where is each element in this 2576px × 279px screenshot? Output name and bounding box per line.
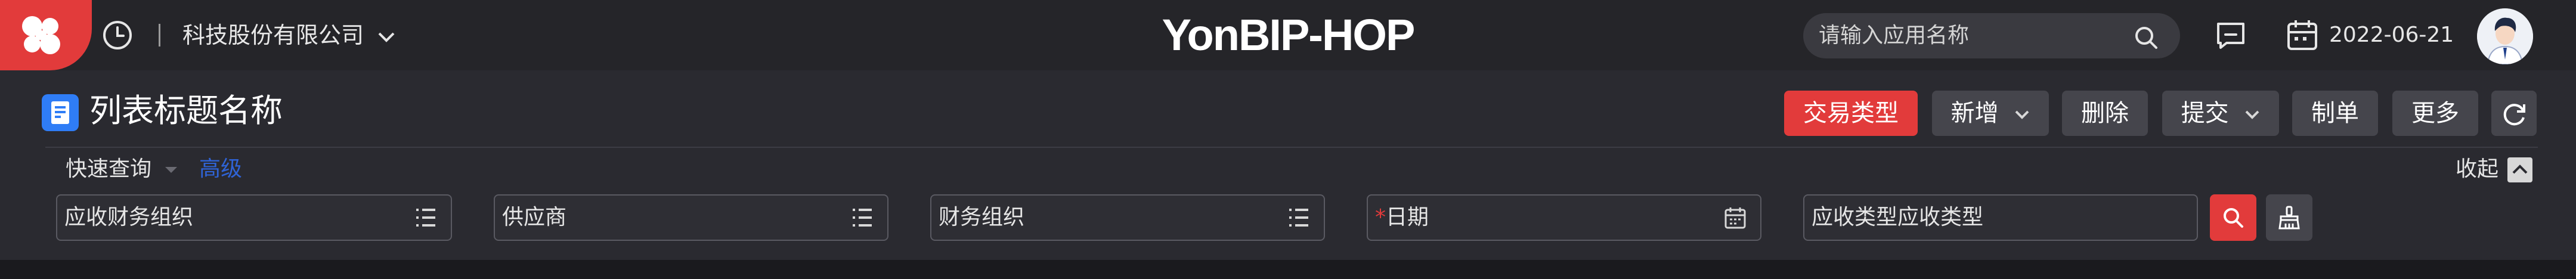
list-icon[interactable]: [414, 206, 438, 229]
divider: [159, 24, 160, 46]
refresh-button[interactable]: [2491, 91, 2537, 136]
search-icon: [2224, 208, 2243, 228]
current-date: 2022-06-21: [2329, 23, 2454, 47]
chevron-down-icon: [2245, 110, 2259, 119]
caret-down-icon: [165, 167, 178, 173]
collapse-toggle[interactable]: 收起: [2456, 151, 2533, 187]
brand-title: YonBIP-HOP: [1162, 10, 1416, 60]
org-switcher[interactable]: 科技股份有限公司: [182, 20, 396, 50]
more-button[interactable]: 更多: [2392, 91, 2478, 136]
more-label: 更多: [2411, 100, 2459, 127]
quick-query-dropdown[interactable]: 快速查询: [66, 151, 178, 187]
field-label: 应收财务组织: [64, 205, 194, 230]
make-bill-label: 制单: [2311, 100, 2359, 127]
clock-icon[interactable]: [100, 18, 135, 52]
make-bill-button[interactable]: 制单: [2292, 91, 2378, 136]
delete-label: 删除: [2081, 100, 2129, 127]
list-icon[interactable]: [850, 206, 874, 229]
clear-button[interactable]: [2266, 194, 2312, 241]
calendar-icon[interactable]: [1723, 206, 1747, 230]
avatar[interactable]: [2477, 8, 2533, 64]
app-logo[interactable]: [0, 0, 92, 70]
collapse-label: 收起: [2456, 157, 2499, 181]
search-button[interactable]: [2210, 194, 2256, 241]
trade-type-button[interactable]: 交易类型: [1784, 91, 1918, 136]
filter-ar-type[interactable]: 应收类型应收类型: [1803, 194, 2198, 241]
delete-button[interactable]: 删除: [2062, 91, 2148, 136]
date-label: 日期: [1386, 205, 1429, 230]
chevron-up-icon: [2507, 157, 2533, 182]
user-avatar-icon: [2477, 8, 2533, 64]
list-icon[interactable]: [1287, 206, 1311, 229]
submit-label: 提交: [2181, 100, 2229, 127]
page-title: 列表标题名称: [89, 92, 283, 129]
add-button[interactable]: 新增: [1932, 91, 2049, 136]
toolbar-divider: [45, 147, 2538, 148]
search-input[interactable]: 请输入应用名称: [1819, 21, 1969, 50]
chevron-down-icon: [378, 32, 395, 42]
filter-date[interactable]: *日期: [1367, 194, 1761, 241]
app-logo-icon: [22, 16, 60, 54]
quick-query-label: 快速查询: [66, 157, 152, 181]
content-area: [0, 260, 2576, 279]
app-search[interactable]: 请输入应用名称: [1803, 13, 2180, 58]
field-label: 应收类型应收类型: [1812, 205, 1984, 230]
document-icon: [42, 94, 79, 131]
top-bar: 科技股份有限公司 YonBIP-HOP 请输入应用名称 2022-06-21: [0, 0, 2576, 70]
filter-ar-finance-org[interactable]: 应收财务组织: [56, 194, 452, 241]
chevron-down-icon: [2015, 110, 2029, 119]
field-label: *日期: [1375, 203, 1429, 232]
search-icon[interactable]: [2134, 25, 2159, 50]
brush-icon: [2278, 206, 2300, 230]
filter-supplier[interactable]: 供应商: [494, 194, 888, 241]
add-label: 新增: [1950, 100, 1999, 127]
calendar-icon[interactable]: [2285, 18, 2320, 52]
refresh-icon: [2503, 104, 2525, 126]
advanced-query-link[interactable]: 高级: [199, 151, 242, 187]
filter-finance-org[interactable]: 财务组织: [930, 194, 1325, 241]
required-mark: *: [1375, 205, 1386, 230]
submit-button[interactable]: 提交: [2162, 91, 2279, 136]
trade-type-label: 交易类型: [1803, 100, 1899, 127]
field-label: 供应商: [502, 205, 567, 230]
field-label: 财务组织: [939, 205, 1025, 230]
org-name: 科技股份有限公司: [182, 22, 364, 48]
message-icon[interactable]: [2213, 18, 2248, 52]
